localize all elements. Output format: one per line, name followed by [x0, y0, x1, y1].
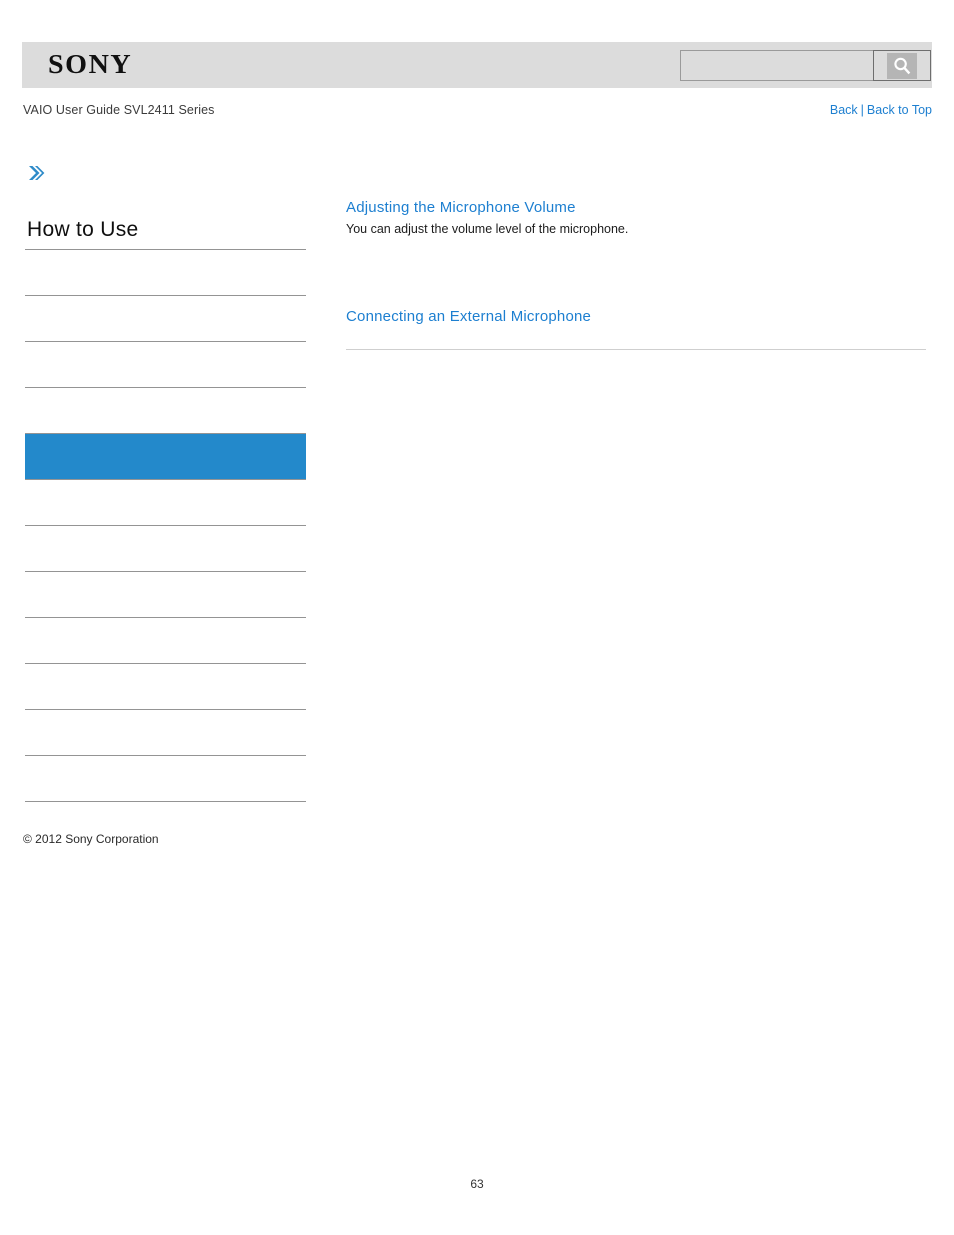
search-form — [680, 50, 931, 81]
entry-link-connecting-external-microphone[interactable]: Connecting an External Microphone — [346, 307, 926, 327]
double-chevron-right-icon[interactable] — [25, 162, 47, 184]
entry-description: You can adjust the volume level of the m… — [346, 221, 629, 236]
guide-title: VAIO User Guide SVL2411 Series — [23, 103, 215, 117]
sidebar-item-3[interactable] — [25, 341, 306, 387]
sidebar-item-12[interactable] — [25, 755, 306, 801]
sidebar-item-7[interactable] — [25, 525, 306, 571]
sidebar-item-2[interactable] — [25, 295, 306, 341]
sidebar-bottom-divider — [25, 801, 306, 803]
main-content: Adjusting the Microphone Volume You can … — [346, 198, 926, 350]
content-entry-2: Connecting an External Microphone — [346, 307, 926, 350]
page-number: 63 — [470, 1177, 484, 1191]
sidebar-item-active[interactable] — [25, 433, 306, 480]
search-button[interactable] — [873, 50, 931, 81]
copyright-text: © 2012 Sony Corporation — [23, 832, 159, 846]
sidebar-item-6[interactable] — [25, 479, 306, 525]
nav-separator: | — [860, 103, 864, 117]
sidebar-item-4[interactable] — [25, 387, 306, 433]
entry-link-adjusting-microphone-volume[interactable]: Adjusting the Microphone Volume — [346, 198, 926, 218]
search-input[interactable] — [680, 50, 873, 81]
sidebar-item-10[interactable] — [25, 663, 306, 709]
sidebar-item-8[interactable] — [25, 571, 306, 617]
page-title: How to Use — [27, 218, 139, 241]
back-link[interactable]: Back — [830, 103, 858, 117]
sidebar-item-1[interactable] — [25, 249, 306, 295]
content-entry-1: Adjusting the Microphone Volume You can … — [346, 198, 926, 237]
sidebar-item-9[interactable] — [25, 617, 306, 663]
site-header: SONY — [22, 42, 932, 88]
sony-logo: SONY — [48, 49, 133, 79]
header-nav-links: Back | Back to Top — [830, 103, 932, 117]
back-to-top-link[interactable]: Back to Top — [867, 103, 932, 117]
content-divider — [346, 348, 926, 350]
search-icon — [887, 52, 917, 79]
sidebar-item-11[interactable] — [25, 709, 306, 755]
sidebar: How to Use — [25, 218, 306, 803]
